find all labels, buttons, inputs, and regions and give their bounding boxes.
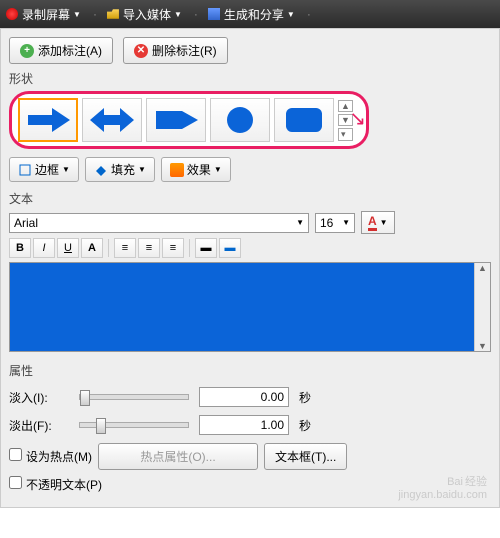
separator: ·: [307, 7, 311, 21]
chevron-down-icon: ▼: [380, 218, 388, 227]
import-menu[interactable]: 导入媒体 ▼: [107, 6, 182, 23]
fadeout-slider[interactable]: [79, 422, 189, 428]
fill-label: 填充: [111, 161, 135, 178]
shape-section-label: 形状: [9, 70, 491, 87]
chevron-down-icon: ▼: [73, 10, 81, 19]
chevron-down-icon: ▼: [287, 10, 295, 19]
border-label: 边框: [35, 161, 59, 178]
italic-button[interactable]: I: [33, 238, 55, 258]
bold-button[interactable]: B: [9, 238, 31, 258]
fadein-value[interactable]: 0.00: [199, 387, 289, 407]
effect-label: 效果: [187, 161, 211, 178]
shape-rounded-rect[interactable]: [274, 98, 334, 142]
shape-arrow-right[interactable]: [18, 98, 78, 142]
separator: ·: [93, 7, 97, 21]
chevron-down-icon: ▼: [296, 218, 304, 227]
import-label: 导入媒体: [123, 6, 171, 23]
opaque-text-checkbox[interactable]: 不透明文本(P): [9, 476, 102, 493]
plus-icon: +: [20, 44, 34, 58]
shape-arrow-pointer[interactable]: [146, 98, 206, 142]
pencil-icon: [18, 163, 32, 177]
add-label: 添加标注(A): [38, 42, 102, 59]
share-icon: [208, 8, 220, 20]
chevron-down-icon: ▼: [174, 10, 182, 19]
titlebar: 录制屏幕 ▼ · 导入媒体 ▼ · 生成和分享 ▼ ·: [0, 0, 500, 28]
valign-button[interactable]: ▬: [195, 238, 217, 258]
effect-button[interactable]: 效果 ▼: [161, 157, 231, 182]
shape-arrow-double[interactable]: [82, 98, 142, 142]
border-button[interactable]: 边框 ▼: [9, 157, 79, 182]
underline-button[interactable]: U: [57, 238, 79, 258]
text-input-area[interactable]: ▲ ▼: [9, 262, 491, 352]
shape-circle[interactable]: [210, 98, 270, 142]
align-right-button[interactable]: ≡: [162, 238, 184, 258]
remove-annotation-button[interactable]: ✕ 删除标注(R): [123, 37, 228, 64]
fill-button[interactable]: 填充 ▼: [85, 157, 155, 182]
fadein-slider[interactable]: [79, 394, 189, 400]
x-icon: ✕: [134, 44, 148, 58]
unit-label: 秒: [299, 389, 311, 406]
text-section-label: 文本: [9, 190, 491, 207]
align-center-button[interactable]: ≡: [138, 238, 160, 258]
annotation-arrow: ↘: [349, 106, 366, 131]
font-color-icon: A: [368, 214, 377, 231]
props-section-label: 属性: [9, 362, 491, 379]
remove-label: 删除标注(R): [152, 42, 217, 59]
watermark: Bai经验 jingyan.baidu.com: [398, 473, 487, 501]
hotspot-props-button[interactable]: 热点属性(O)...: [98, 443, 258, 470]
chevron-down-icon: ▼: [342, 218, 350, 227]
font-size-value: 16: [320, 216, 333, 230]
folder-icon: [107, 8, 119, 20]
font-color-button[interactable]: A ▼: [361, 211, 395, 234]
valign2-button[interactable]: ▬: [219, 238, 241, 258]
font-size-select[interactable]: 16 ▼: [315, 213, 355, 233]
chevron-down-icon: ▼: [214, 165, 222, 174]
hotspot-checkbox[interactable]: 设为热点(M): [9, 448, 92, 465]
share-label: 生成和分享: [224, 6, 284, 23]
align-left-button[interactable]: ≡: [114, 238, 136, 258]
share-menu[interactable]: 生成和分享 ▼: [208, 6, 295, 23]
text-color-button[interactable]: A: [81, 238, 103, 258]
separator: [189, 239, 190, 257]
chevron-down-icon: ▼: [138, 165, 146, 174]
fadein-label: 淡入(I):: [9, 389, 69, 406]
record-menu[interactable]: 录制屏幕 ▼: [6, 6, 81, 23]
bucket-icon: [94, 163, 108, 177]
effect-icon: [170, 163, 184, 177]
scroll-down-icon[interactable]: ▼: [478, 341, 487, 351]
textbox-button[interactable]: 文本框(T)...: [264, 443, 347, 470]
separator: ·: [194, 7, 198, 21]
fadeout-label: 淡出(F):: [9, 417, 69, 434]
fadeout-value[interactable]: 1.00: [199, 415, 289, 435]
unit-label: 秒: [299, 417, 311, 434]
separator: [108, 239, 109, 257]
main-panel: + 添加标注(A) ✕ 删除标注(R) 形状: [0, 28, 500, 508]
add-annotation-button[interactable]: + 添加标注(A): [9, 37, 113, 64]
shape-gallery: ▲ ▼ ▾: [9, 91, 369, 149]
scrollbar-vertical[interactable]: ▲ ▼: [474, 263, 490, 351]
record-icon: [6, 8, 18, 20]
font-name-select[interactable]: Arial ▼: [9, 213, 309, 233]
chevron-down-icon: ▼: [62, 165, 70, 174]
scroll-up-icon[interactable]: ▲: [478, 263, 487, 273]
record-label: 录制屏幕: [22, 6, 70, 23]
font-name-value: Arial: [14, 216, 38, 230]
